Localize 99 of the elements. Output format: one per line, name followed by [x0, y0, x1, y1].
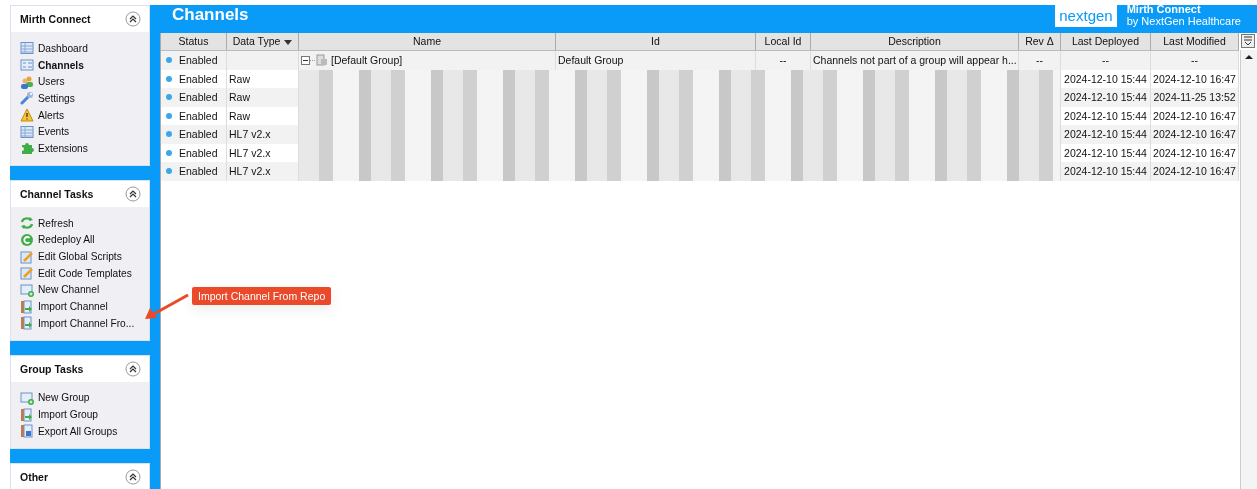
product-name: Mirth Connect — [1126, 2, 1202, 15]
column-header[interactable]: Data Type — [227, 33, 299, 50]
table-cell: 2024-11-25 13:52 — [1153, 91, 1236, 104]
table-cell: Channels not part of a group will appear h... — [813, 54, 1017, 67]
sidebar-item[interactable]: Extensions — [38, 142, 88, 154]
collapse-icon[interactable] — [125, 185, 141, 202]
table-cell: 2024-12-10 15:44 — [1064, 128, 1147, 141]
panel-title: Other — [20, 470, 48, 483]
sidebar-item[interactable]: Events — [38, 126, 70, 138]
table-cell: 2024-12-10 15:44 — [1064, 165, 1147, 178]
panel-title: Group Tasks — [20, 362, 84, 375]
table-cell: -- — [1036, 54, 1043, 67]
status-dot-icon — [166, 168, 172, 175]
collapse-icon[interactable] — [125, 468, 141, 485]
table-cell: Raw — [229, 91, 250, 104]
sidebar-item[interactable]: Users — [38, 76, 65, 88]
table-cell: Enabled — [179, 146, 218, 159]
table-cell: [Default Group] — [331, 54, 403, 67]
warning-icon — [20, 108, 34, 123]
sidebar-item[interactable]: Import Channel Fro... — [38, 317, 135, 329]
redeploy-icon — [20, 232, 34, 247]
table-cell: Enabled — [179, 91, 218, 104]
annotation-label: Import Channel From Repo — [192, 287, 332, 305]
status-dot-icon — [166, 94, 172, 101]
edit-icon — [20, 266, 34, 281]
table-cell: 2024-12-10 16:47 — [1153, 165, 1236, 178]
table-cell: HL7 v2.x — [229, 165, 271, 178]
sidebar-item[interactable]: Refresh — [38, 217, 74, 229]
table-cell: Raw — [229, 72, 250, 85]
sidebar-item[interactable]: Redeploy All — [38, 234, 95, 246]
panel-title: Mirth Connect — [20, 13, 91, 25]
sidebar-item[interactable]: Alerts — [38, 109, 65, 121]
export-icon — [20, 424, 34, 439]
table-cell: Default Group — [558, 54, 624, 67]
table-icon — [20, 41, 34, 56]
import-icon — [20, 407, 34, 422]
table-cell: Enabled — [179, 165, 218, 178]
sidebar-item[interactable]: Import Channel — [38, 301, 108, 313]
table-cell: -- — [779, 54, 787, 67]
column-header[interactable]: Local Id — [756, 33, 811, 50]
sidebar-item[interactable]: Settings — [38, 92, 75, 104]
logo: nextgen — [1055, 5, 1117, 27]
column-header[interactable]: Description — [811, 33, 1019, 50]
table-cell: 2024-12-10 15:44 — [1064, 91, 1147, 104]
column-header[interactable]: Status — [161, 33, 227, 50]
sidebar-item[interactable]: Edit Global Scripts — [38, 251, 122, 263]
column-header[interactable]: Name — [299, 33, 556, 50]
table-cell: Enabled — [179, 109, 218, 122]
table-cell: HL7 v2.x — [229, 128, 271, 141]
table-cell: 2024-12-10 15:44 — [1064, 146, 1147, 159]
status-dot-icon — [166, 75, 172, 82]
sidebar-item[interactable]: Import Group — [38, 409, 99, 421]
new-icon — [20, 390, 34, 405]
column-header[interactable]: Id — [556, 33, 756, 50]
collapse-icon[interactable] — [125, 11, 141, 27]
table-cell: 2024-12-10 16:47 — [1153, 72, 1236, 85]
users-icon — [20, 74, 34, 89]
import-icon — [20, 299, 34, 314]
table-cell: 2024-12-10 16:47 — [1153, 128, 1236, 141]
panel-title: Channel Tasks — [20, 187, 94, 200]
table-cell: Enabled — [179, 54, 218, 67]
scroll-up-icon[interactable] — [1243, 52, 1255, 62]
table-cell: 2024-12-10 16:47 — [1153, 146, 1236, 159]
new-icon — [20, 282, 34, 297]
status-dot-icon — [166, 131, 172, 138]
table-cell: 2024-12-10 15:44 — [1064, 72, 1147, 85]
status-dot-icon — [166, 149, 172, 156]
sidebar-item[interactable]: Dashboard — [38, 42, 88, 54]
table-cell: 2024-12-10 15:44 — [1064, 109, 1147, 122]
scrollbar[interactable] — [1240, 50, 1257, 489]
column-chooser-icon[interactable] — [1241, 34, 1255, 48]
sidebar-item[interactable]: New Channel — [38, 284, 100, 296]
table-cell: -- — [1191, 54, 1198, 67]
page-title: Channels — [172, 5, 249, 25]
import-icon — [20, 316, 34, 331]
sidebar-item[interactable]: Channels — [38, 59, 84, 71]
sidebar-item[interactable]: Edit Code Templates — [38, 267, 132, 279]
table-cell: Enabled — [179, 72, 218, 85]
byline: by NextGen Healthcare — [1126, 14, 1241, 27]
sidebar-item[interactable]: Export All Groups — [38, 425, 118, 437]
table-cell: 2024-12-10 16:47 — [1153, 109, 1236, 122]
column-header[interactable]: Last Modified — [1151, 33, 1239, 50]
status-dot-icon — [166, 57, 172, 64]
table-icon — [20, 124, 34, 139]
refresh-icon — [20, 216, 34, 231]
list-icon — [20, 58, 34, 73]
table-cell: -- — [1102, 54, 1109, 67]
collapse-toggle-icon[interactable] — [301, 54, 329, 67]
table-cell: Enabled — [179, 128, 218, 141]
sidebar-item[interactable]: New Group — [38, 392, 90, 404]
table-cell: HL7 v2.x — [229, 146, 271, 159]
wrench-icon — [20, 91, 34, 106]
column-header[interactable]: Rev Δ — [1019, 33, 1061, 50]
column-header[interactable]: Last Deployed — [1061, 33, 1151, 50]
edit-icon — [20, 249, 34, 264]
collapse-icon[interactable] — [125, 360, 141, 377]
status-dot-icon — [166, 112, 172, 119]
puzzle-icon — [20, 141, 34, 156]
table-cell: Raw — [229, 109, 250, 122]
